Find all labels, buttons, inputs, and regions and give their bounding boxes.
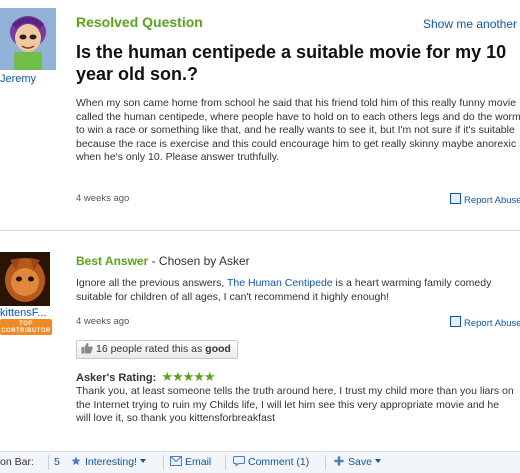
question-title: Is the human centipede a suitable movie … — [76, 42, 507, 84]
comment-icon — [233, 456, 245, 466]
action-bar-label: on Bar: — [0, 456, 34, 468]
answer-text-before: Ignore all the previous answers, — [76, 277, 227, 289]
interesting-count: 5 — [54, 456, 60, 468]
answerer-name[interactable]: kittensF... — [0, 307, 46, 319]
best-answer-header: Best Answer - Chosen by Asker — [76, 254, 250, 268]
question-time: 4 weeks ago — [76, 193, 130, 204]
top-contributor-badge: TOP CONTRIBUTOR — [0, 319, 52, 335]
comment-label: Comment (1) — [248, 456, 310, 468]
thumbs-up-icon — [81, 342, 93, 354]
question-report-abuse[interactable]: Report Abuse — [450, 193, 520, 206]
flag-icon — [450, 193, 461, 204]
save-button[interactable]: Save — [333, 456, 381, 468]
comment-button[interactable]: Comment (1) — [233, 456, 309, 468]
answer-body: Ignore all the previous answers, The Hum… — [76, 277, 516, 304]
divider — [0, 230, 520, 231]
separator — [48, 455, 49, 470]
chosen-by-label: - Chosen by Asker — [148, 254, 250, 268]
answer-time: 4 weeks ago — [76, 316, 130, 327]
interesting-button[interactable]: Interesting! — [70, 456, 146, 468]
separator — [225, 455, 226, 470]
rated-word: good — [205, 343, 231, 355]
askers-rating: Asker's Rating: ★★★★★ — [76, 369, 216, 385]
chevron-down-icon — [139, 459, 146, 463]
badge-line-1: TOP — [19, 321, 33, 327]
separator — [163, 455, 164, 470]
save-label: Save — [348, 456, 372, 468]
report-abuse-label: Report Abuse — [464, 195, 520, 206]
askers-rating-label: Asker's Rating: — [76, 372, 157, 384]
plus-icon — [334, 456, 344, 466]
question-body: When my son came home from school he sai… — [76, 97, 520, 164]
badge-line-2: CONTRIBUTOR — [1, 328, 51, 334]
envelope-icon — [170, 456, 182, 466]
asker-name[interactable]: Jeremy — [0, 73, 36, 85]
rated-prefix: 16 people rated this as — [96, 343, 206, 355]
askers-comment: Thank you, at least someone tells the tr… — [76, 385, 514, 425]
show-another-link[interactable]: Show me another » — [423, 17, 520, 31]
action-bar: on Bar: 5 Interesting! Email Comment (1)… — [0, 451, 520, 473]
separator — [325, 455, 326, 470]
rated-good-button[interactable]: 16 people rated this as good — [76, 340, 238, 359]
flag-icon — [450, 316, 461, 327]
question-status: Resolved Question — [76, 14, 203, 30]
asker-avatar[interactable] — [0, 8, 56, 70]
movie-link[interactable]: The Human Centipede — [227, 277, 333, 289]
star-icon: ★★★★★ — [161, 369, 215, 384]
email-label: Email — [185, 456, 212, 468]
email-button[interactable]: Email — [170, 456, 211, 468]
answer-report-abuse[interactable]: Report Abuse — [450, 316, 520, 329]
star-icon — [71, 456, 81, 466]
answerer-avatar[interactable] — [0, 252, 50, 306]
best-answer-label: Best Answer — [76, 254, 149, 268]
interesting-label: Interesting! — [85, 456, 137, 468]
chevron-down-icon — [374, 459, 381, 463]
report-abuse-label: Report Abuse — [464, 318, 520, 329]
